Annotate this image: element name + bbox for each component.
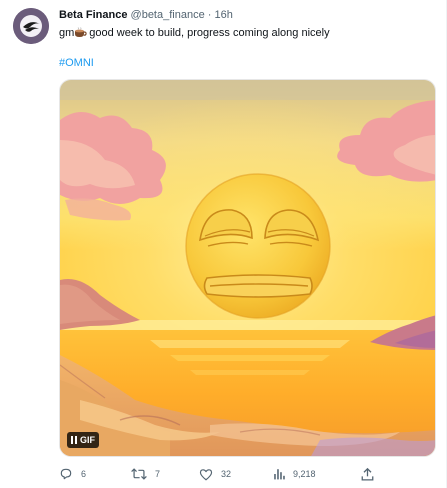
- heart-icon: [199, 468, 213, 480]
- reply-button[interactable]: 6: [59, 467, 86, 481]
- author-name[interactable]: Beta Finance: [59, 9, 127, 21]
- reply-icon: [60, 468, 72, 480]
- tweet-actions-bar: 6 7 32 9,218: [59, 467, 379, 483]
- tweet-text: gm good week to build, progress coming al…: [59, 26, 330, 42]
- header-separator: ·: [207, 9, 212, 21]
- gif-label: GIF: [80, 435, 95, 445]
- tweet-text-prefix: gm: [59, 27, 75, 39]
- retweet-button[interactable]: 7: [131, 467, 160, 481]
- hashtag-link[interactable]: #OMNI: [59, 56, 94, 70]
- retweet-icon: [131, 468, 147, 480]
- like-button[interactable]: 32: [199, 467, 231, 481]
- avatar[interactable]: [13, 8, 49, 44]
- share-icon: [361, 467, 374, 481]
- tweet-timestamp[interactable]: 16h: [215, 9, 233, 21]
- retweet-count: 7: [155, 469, 161, 479]
- tweet-card[interactable]: Beta Finance @beta_finance · 16h gm good …: [0, 0, 447, 488]
- coffee-emoji-icon: [74, 27, 87, 42]
- reply-count: 6: [81, 469, 87, 479]
- tweet-text-body: good week to build, progress coming alon…: [89, 27, 330, 39]
- like-count: 32: [221, 469, 232, 479]
- analytics-icon: [274, 469, 285, 480]
- tweet-header: Beta Finance @beta_finance · 16h: [59, 9, 233, 22]
- author-handle[interactable]: @beta_finance: [131, 9, 205, 21]
- beta-finance-logo: [13, 8, 49, 44]
- view-count: 9,218: [293, 469, 316, 479]
- pause-icon[interactable]: [71, 436, 77, 444]
- share-button[interactable]: [361, 467, 374, 481]
- views-button[interactable]: 9,218: [273, 467, 316, 481]
- gif-sunset-image: [60, 80, 435, 456]
- gif-badge[interactable]: GIF: [67, 432, 99, 448]
- tweet-media-gif[interactable]: GIF: [59, 79, 436, 457]
